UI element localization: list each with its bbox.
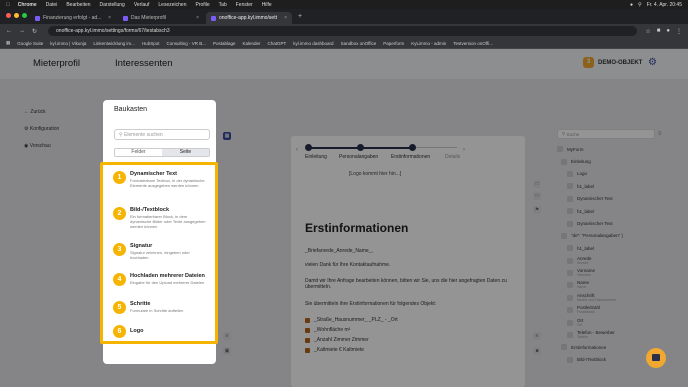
close-tab-icon[interactable]: × [284, 15, 287, 21]
browser-tab[interactable]: Finanzierung erfolgt - ad... × [30, 12, 116, 24]
search-spotlight-icon[interactable]: ⚲ [638, 2, 642, 8]
new-tab-icon[interactable]: + [298, 13, 302, 20]
item-description: Eingabe für den Upload mehrerer Dateien [130, 280, 205, 285]
tab-favicon-icon [123, 15, 128, 21]
item-number-badge: 1 [113, 171, 126, 184]
bookmark-item[interactable]: Linkentwicklung im... [93, 41, 135, 46]
bookmarks-bar: ▦ Google Suite kyl.immo | Vikunja Linken… [0, 38, 688, 49]
close-tab-icon[interactable]: × [196, 15, 199, 21]
extensions-icon[interactable]: ■ [657, 28, 661, 35]
bookmark-item[interactable]: Testversion onOffi... [453, 41, 493, 46]
back-arrow-icon[interactable]: ← [6, 28, 12, 34]
bookmark-item[interactable]: ChatGPT [268, 41, 287, 46]
tab-favicon-icon [35, 15, 40, 21]
bookmark-item[interactable]: Postablage [213, 41, 236, 46]
profile-avatar-icon[interactable]: ● [666, 28, 670, 35]
chat-support-button[interactable] [646, 348, 666, 368]
element-item-multi-upload[interactable]: 4 Hochladen mehrerer Dateien Eingabe für d… [113, 273, 206, 286]
apps-grid-icon[interactable]: ▦ [6, 40, 10, 46]
bookmark-item[interactable]: Sandbox onOffice [341, 41, 377, 46]
item-number-badge: 5 [113, 301, 126, 314]
menu-app-name[interactable]: Chrome [18, 2, 37, 8]
menu-help[interactable]: Hilfe [262, 2, 272, 8]
toggle-fields[interactable]: Felder [115, 149, 162, 156]
apple-icon[interactable]:  [6, 2, 10, 8]
forward-arrow-icon[interactable]: → [19, 28, 25, 34]
item-description: Formulare in Schritte aufteilen [130, 308, 184, 313]
zoom-window-icon[interactable] [22, 13, 27, 18]
bookmark-item[interactable]: Paperform [383, 41, 404, 46]
address-bar[interactable]: onoffice-app.kyl.immo/settings/forms/67/… [48, 26, 638, 36]
highlighted-element-list: 1 Dynamischer Text Formatierbare Textbox, … [100, 162, 218, 344]
address-url: onoffice-app.kyl.immo/settings/forms/67/… [56, 28, 170, 34]
window-controls [6, 13, 27, 18]
bookmark-item[interactable]: kyl.immo dashboard [293, 41, 333, 46]
tab-title: Finanzierung erfolgt - ad... [43, 15, 102, 21]
element-item-signature[interactable]: 3 Signatur Signatur zeichnen, eingeben ode… [113, 243, 206, 260]
tab-title: Das Mieterprofil [131, 15, 167, 21]
item-number-badge: 6 [113, 325, 126, 338]
item-name: Logo [130, 328, 144, 334]
menu-file[interactable]: Datei [46, 2, 58, 8]
bookmark-item[interactable]: HubSpot [142, 41, 160, 46]
item-name: Bild-/Textblock [130, 207, 170, 213]
browser-toolbar: ← → ↻ onoffice-app.kyl.immo/settings/for… [0, 24, 688, 38]
menu-profiles[interactable]: Profile [195, 2, 209, 8]
menu-history[interactable]: Verlauf [134, 2, 150, 8]
item-number-badge: 4 [113, 273, 126, 286]
item-description: Ein formatierbarer Block, in dem dynamis… [130, 214, 206, 229]
bookmark-item[interactable]: Google Suite [17, 41, 43, 46]
element-search-placeholder: Elemente suchen [124, 131, 163, 138]
item-name: Signatur [130, 243, 153, 249]
menu-edit[interactable]: Bearbeiten [66, 2, 90, 8]
item-number-badge: 3 [113, 243, 126, 256]
element-item-image-text[interactable]: 2 Bild-/Textblock Ein formatierbarer Block… [113, 207, 206, 229]
more-menu-icon[interactable]: ⋮ [676, 28, 682, 35]
element-item-logo[interactable]: 6 Logo [113, 325, 143, 338]
item-description: Signatur zeichnen, eingeben oder hochlad… [130, 250, 190, 260]
bookmark-item[interactable]: Kalender [243, 41, 261, 46]
reload-icon[interactable]: ↻ [32, 28, 37, 35]
element-search-input[interactable]: ⚲ Elemente suchen [114, 129, 210, 140]
wifi-icon[interactable]: ● [630, 2, 633, 8]
item-description: Formatierbare Textbox, in der dynamische… [130, 178, 205, 188]
tab-title: onoffice-app.kyl.immo/sett [219, 15, 277, 21]
minimize-window-icon[interactable] [14, 13, 19, 18]
menu-view[interactable]: Darstellung [100, 2, 125, 8]
menu-window[interactable]: Fenster [236, 2, 253, 8]
bookmark-item[interactable]: Consulting - VR B... [166, 41, 206, 46]
menu-tab[interactable]: Tab [219, 2, 227, 8]
menu-bookmarks[interactable]: Lesezeichen [158, 2, 186, 8]
close-tab-icon[interactable]: × [108, 15, 111, 21]
browser-tabbar: Finanzierung erfolgt - ad... × Das Mieter… [0, 9, 688, 24]
bookmark-item[interactable]: KyLimmo - admin [411, 41, 446, 46]
star-icon[interactable]: ☆ [645, 28, 650, 35]
element-item-steps[interactable]: 5 Schritte Formulare in Schritte aufteilen [113, 301, 206, 314]
item-number-badge: 2 [113, 207, 126, 220]
browser-tab[interactable]: Das Mieterprofil × [118, 12, 204, 24]
browser-tab-active[interactable]: onoffice-app.kyl.immo/sett × [206, 12, 292, 24]
item-name: Dynamischer Text [130, 171, 177, 177]
item-name: Hochladen mehrerer Dateien [130, 273, 205, 279]
menubar-clock[interactable]: Fr. 4. Apr. 20:45 [647, 2, 682, 8]
item-name: Schritte [130, 301, 151, 307]
bookmark-item[interactable]: kyl.immo | Vikunja [50, 41, 86, 46]
fields-page-toggle: Felder Seite [114, 148, 210, 157]
tab-favicon-icon [211, 15, 216, 21]
baukasten-title: Baukasten [114, 106, 148, 113]
toggle-page[interactable]: Seite [162, 149, 209, 156]
close-window-icon[interactable] [6, 13, 11, 18]
macos-menubar:  Chrome Datei Bearbeiten Darstellung Ve… [0, 0, 688, 9]
element-item-dynamic-text[interactable]: 1 Dynamischer Text Formatierbare Textbox, … [113, 171, 206, 188]
